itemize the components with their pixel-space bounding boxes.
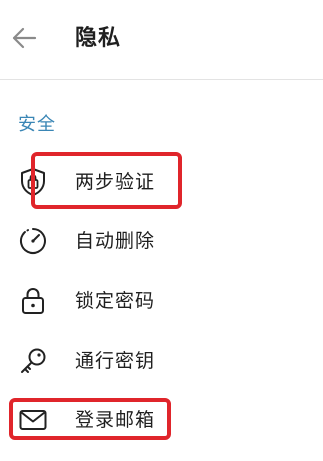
- menu-item-two-step-verification[interactable]: 两步验证: [0, 160, 323, 204]
- menu-item-label: 通行密钥: [75, 350, 156, 372]
- menu-item-passkey[interactable]: 通行密钥: [0, 339, 323, 383]
- menu-item-auto-delete[interactable]: 自动删除: [0, 219, 323, 263]
- mail-icon: [18, 405, 48, 435]
- page-title: 隐私: [75, 26, 122, 51]
- menu-item-lock-password[interactable]: 锁定密码: [0, 279, 323, 323]
- back-button[interactable]: [8, 22, 40, 54]
- padlock-icon: [18, 286, 48, 316]
- timer-icon: [18, 226, 48, 256]
- menu-item-login-email[interactable]: 登录邮箱: [0, 398, 323, 442]
- menu-item-label: 登录邮箱: [75, 409, 156, 431]
- arrow-left-icon: [12, 27, 37, 49]
- shield-lock-icon: [18, 167, 48, 197]
- menu-item-label: 锁定密码: [75, 290, 156, 312]
- section-title-security: 安全: [18, 114, 56, 135]
- privacy-settings-page: 隐私 安全 两步验证 自动删除 锁定密码 通行密钥 登录邮箱: [0, 0, 323, 461]
- menu-item-label: 两步验证: [75, 171, 156, 193]
- key-icon: [18, 346, 48, 376]
- menu-item-label: 自动删除: [75, 230, 156, 252]
- header-bar: 隐私: [0, 0, 323, 80]
